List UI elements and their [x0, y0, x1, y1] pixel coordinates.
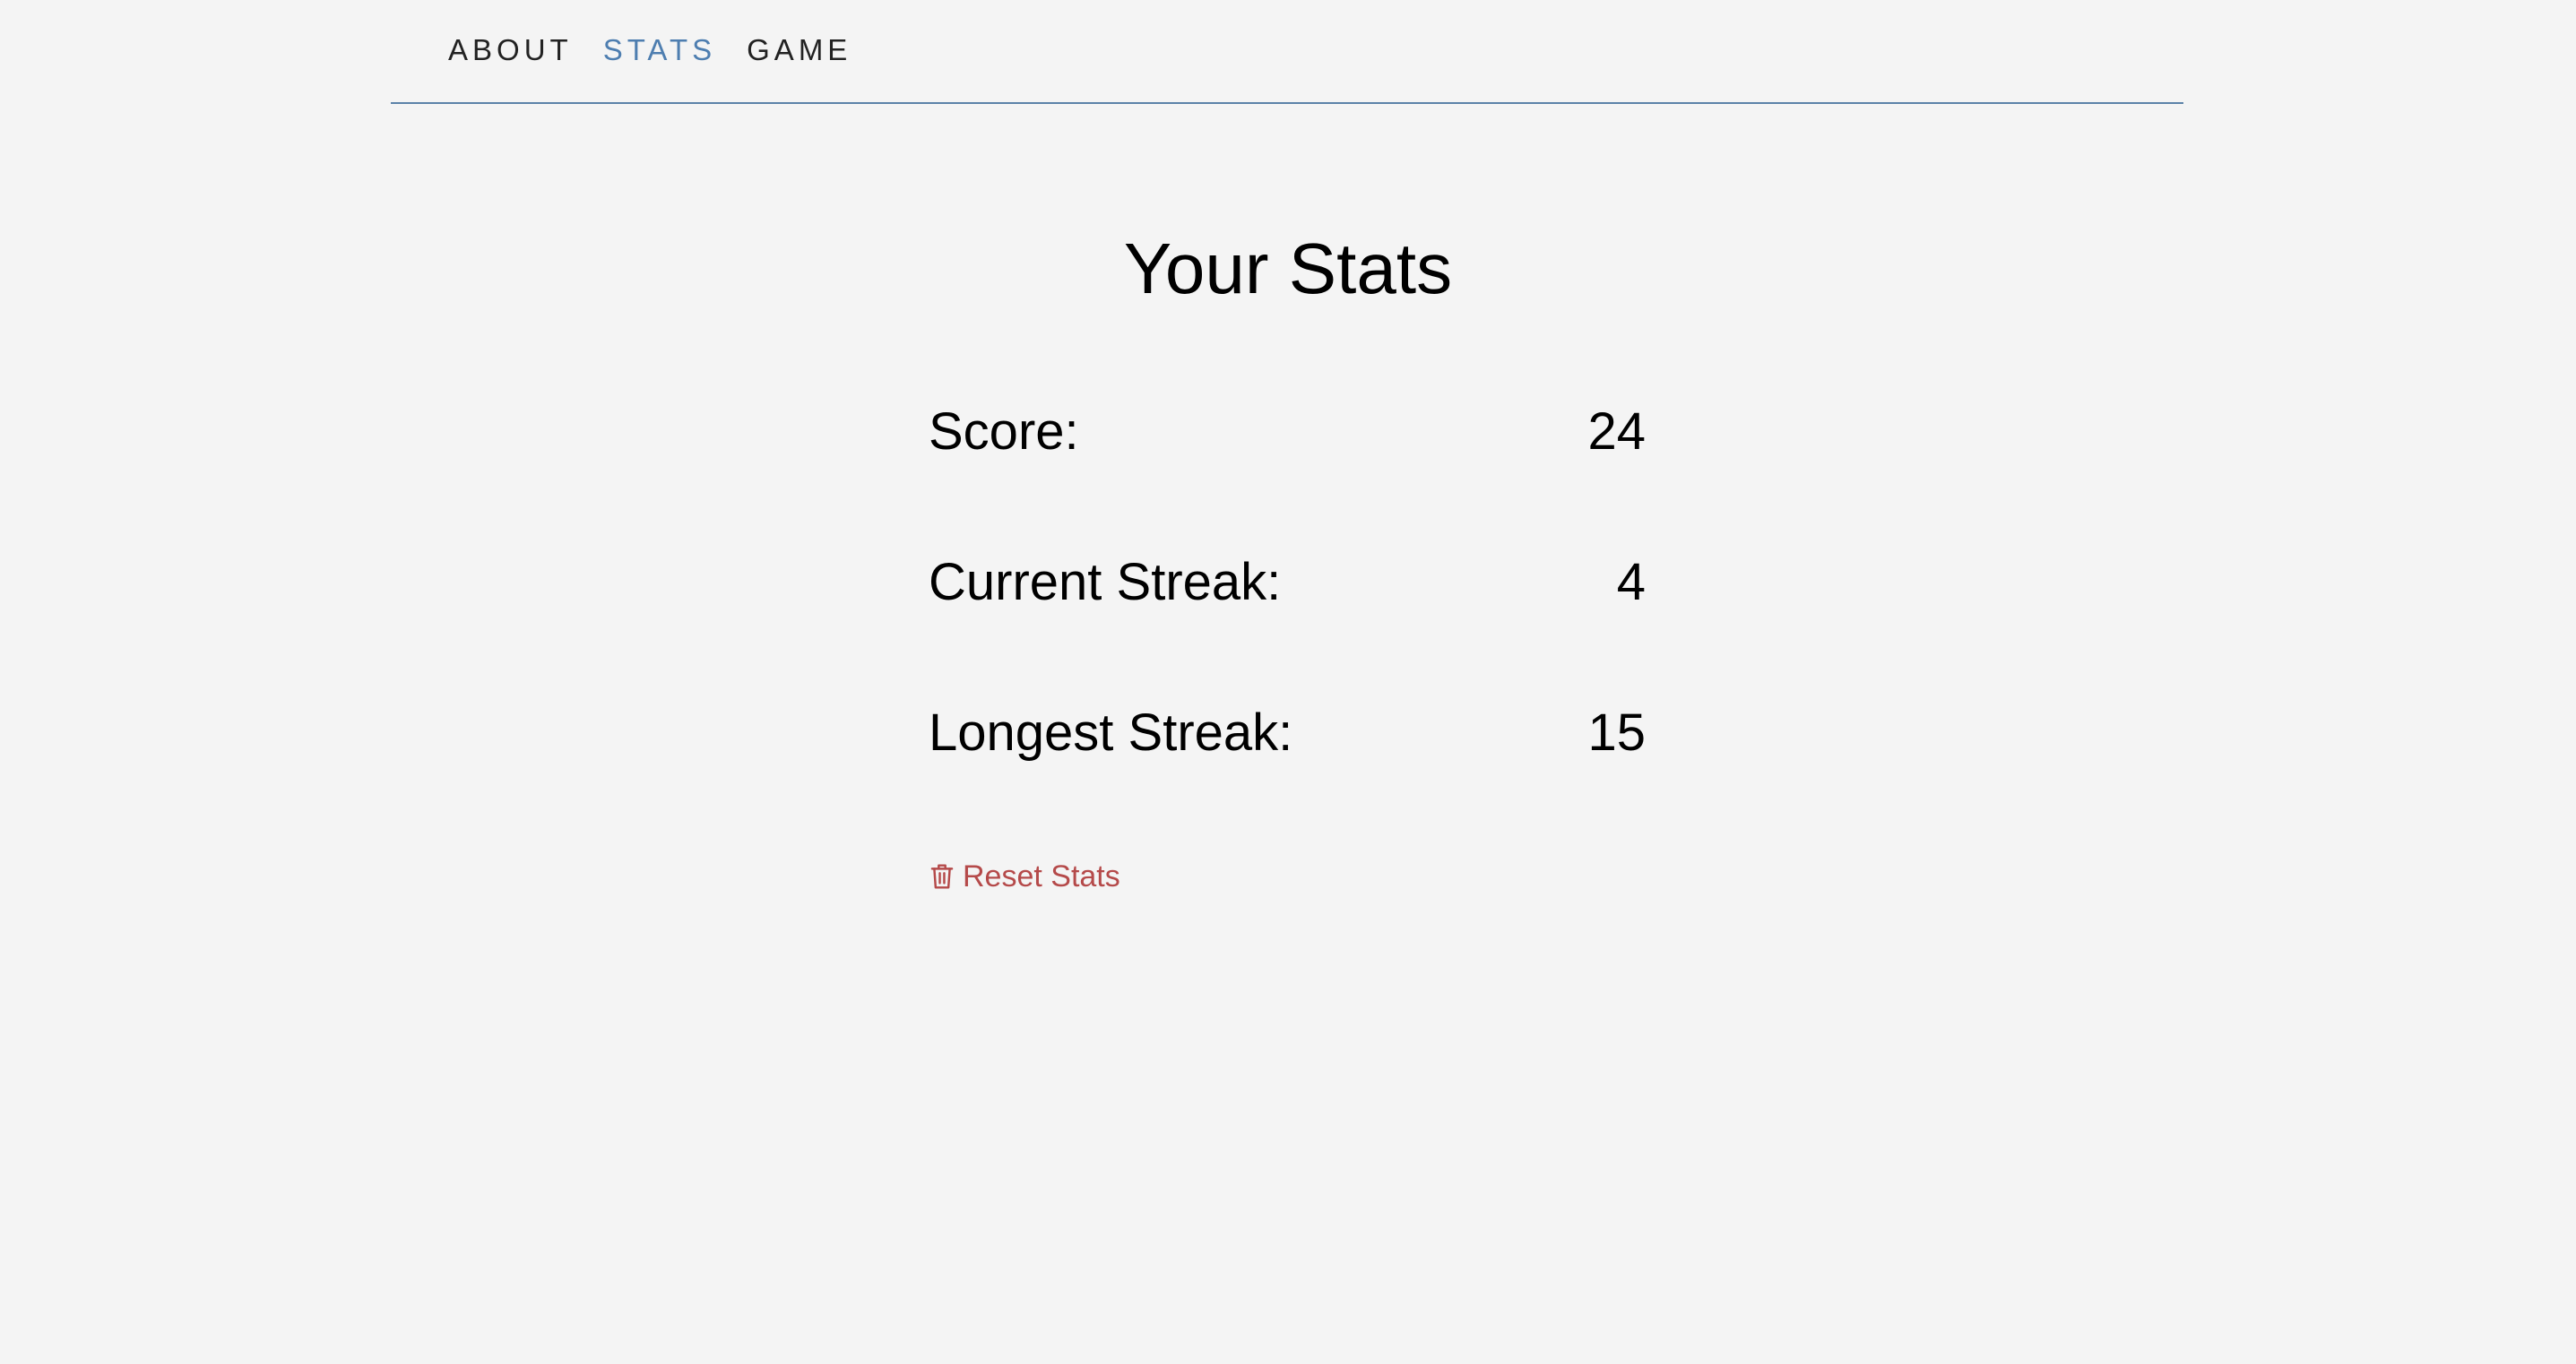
stat-value: 24	[1587, 402, 1646, 461]
nav-item-game[interactable]: GAME	[747, 32, 851, 68]
stats-list: Score: 24 Current Streak: 4 Longest Stre…	[929, 394, 1646, 771]
stat-value: 15	[1587, 704, 1646, 762]
reset-stats-button[interactable]: Reset Stats	[929, 857, 1120, 896]
stat-row-current-streak: Current Streak: 4	[929, 545, 1646, 620]
nav-item-stats[interactable]: STATS	[603, 32, 716, 68]
top-nav: ABOUT STATS GAME	[391, 0, 2183, 104]
stat-row-score: Score: 24	[929, 394, 1646, 470]
stat-row-longest-streak: Longest Streak: 15	[929, 695, 1646, 771]
page-title: Your Stats	[1123, 229, 1453, 308]
stat-label: Score:	[929, 402, 1079, 461]
reset-stats-label: Reset Stats	[963, 859, 1120, 894]
trash-icon	[929, 862, 955, 891]
stat-value: 4	[1616, 553, 1646, 611]
stat-label: Current Streak:	[929, 553, 1282, 611]
stat-label: Longest Streak:	[929, 704, 1293, 762]
nav-links: ABOUT STATS GAME	[448, 32, 851, 68]
nav-item-about[interactable]: ABOUT	[448, 32, 573, 68]
